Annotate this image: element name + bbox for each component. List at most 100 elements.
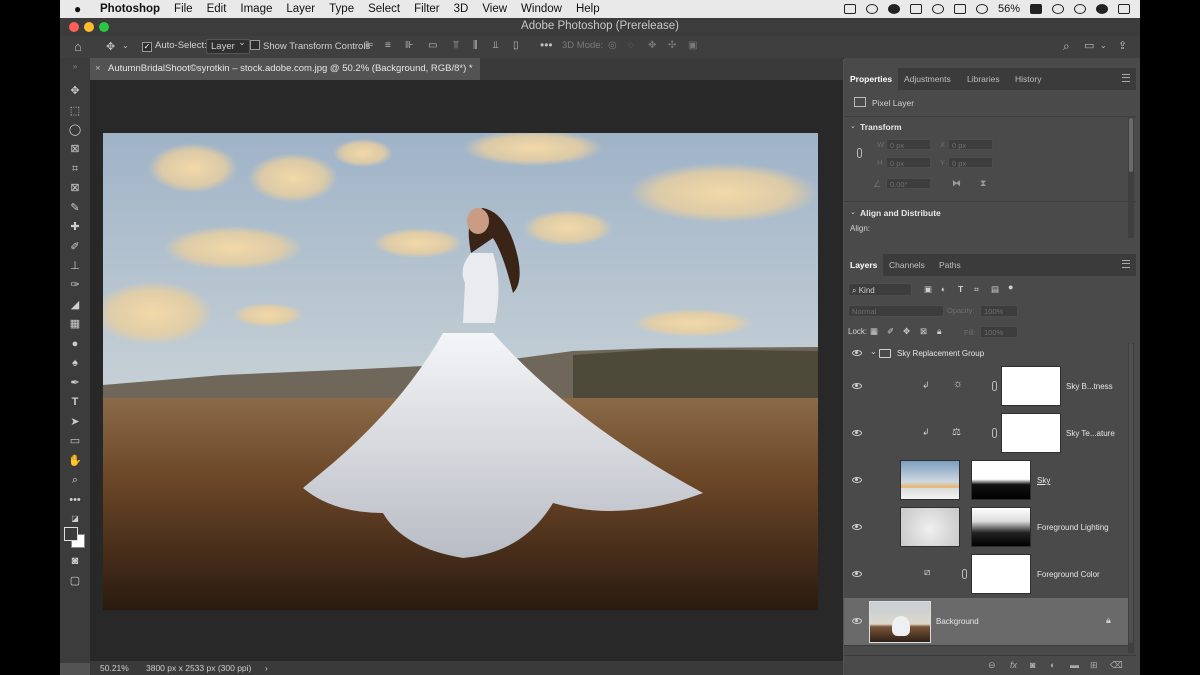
- group-expand-chevron-icon[interactable]: ⌄: [870, 347, 877, 356]
- align-left-icon[interactable]: ⊫: [365, 40, 374, 51]
- siri-icon[interactable]: [1096, 4, 1108, 14]
- align-middle-v-icon[interactable]: ⫼: [473, 40, 478, 51]
- eraser-tool-icon[interactable]: ◢: [68, 298, 82, 312]
- notification-center-icon[interactable]: [1118, 4, 1130, 14]
- gradient-tool-icon[interactable]: ▦: [68, 317, 82, 331]
- crop-tool-icon[interactable]: ⌗: [68, 162, 82, 176]
- new-group-icon[interactable]: ▬: [1070, 660, 1079, 670]
- delete-layer-icon[interactable]: ⌫: [1110, 660, 1123, 671]
- frame-tool-icon[interactable]: ⊠: [68, 181, 82, 195]
- clone-stamp-tool-icon[interactable]: ⊥: [68, 259, 82, 273]
- document-tab[interactable]: × AutumnBridalShoot©syrotkin – stock.ado…: [90, 58, 480, 80]
- menu-layer[interactable]: Layer: [286, 3, 315, 15]
- rectangle-tool-icon[interactable]: ▭: [68, 434, 82, 448]
- screen-mode-icon[interactable]: ▢: [68, 574, 82, 588]
- properties-scrollbar[interactable]: [1128, 116, 1134, 238]
- filter-pixel-icon[interactable]: ▣: [924, 284, 932, 295]
- mask-link-icon[interactable]: [962, 569, 967, 579]
- layer-name[interactable]: Sky Te...ature: [1066, 429, 1115, 438]
- layer-name[interactable]: Sky Replacement Group: [897, 349, 984, 358]
- pen-tool-icon[interactable]: ✒: [68, 376, 82, 390]
- canvas-area[interactable]: [90, 80, 843, 661]
- menu-file[interactable]: File: [174, 3, 193, 15]
- screen-record-icon[interactable]: [843, 4, 856, 14]
- layer-name[interactable]: Background: [936, 617, 979, 626]
- align-center-h-icon[interactable]: ≡: [385, 40, 391, 51]
- properties-menu-icon[interactable]: [1122, 74, 1130, 82]
- workspace-chevron-icon[interactable]: ⌄: [1100, 41, 1107, 50]
- collapse-toolbar-icon[interactable]: »: [68, 60, 82, 74]
- tab-history[interactable]: History: [1015, 68, 1041, 90]
- menu-select[interactable]: Select: [368, 3, 400, 15]
- tool-preset-chevron-icon[interactable]: ⌄: [122, 41, 129, 50]
- canvas-photo[interactable]: [103, 133, 818, 610]
- lock-image-icon[interactable]: ✐: [887, 326, 894, 337]
- align-chevron-icon[interactable]: ⌄: [850, 208, 856, 216]
- align-distribute-header[interactable]: Align and Distribute: [860, 208, 941, 218]
- zoom-tool-icon[interactable]: ⌕: [68, 473, 82, 487]
- layer-style-fx-icon[interactable]: fx: [1010, 660, 1017, 670]
- move-tool-icon[interactable]: ✥: [68, 84, 82, 98]
- add-mask-icon[interactable]: ◙: [1030, 660, 1035, 670]
- sync-icon[interactable]: [887, 4, 900, 14]
- align-bottom-icon[interactable]: ⫫: [493, 40, 499, 51]
- creative-cloud-icon[interactable]: [865, 4, 878, 14]
- layer-name[interactable]: Sky B...tness: [1066, 382, 1113, 391]
- visibility-eye-icon[interactable]: [852, 524, 862, 530]
- apple-icon[interactable]: ●: [74, 2, 88, 16]
- tab-channels[interactable]: Channels: [889, 254, 925, 276]
- wifi-icon[interactable]: [975, 4, 988, 14]
- status-arrow-icon[interactable]: ›: [265, 663, 268, 673]
- lighting-layer-thumbnail[interactable]: [900, 507, 960, 547]
- layers-menu-icon[interactable]: [1122, 260, 1130, 268]
- clock-icon[interactable]: [1052, 4, 1064, 14]
- tab-properties[interactable]: Properties: [844, 68, 899, 90]
- marquee-tool-icon[interactable]: ⬚: [68, 104, 82, 118]
- battery-icon[interactable]: [1030, 4, 1042, 14]
- auto-select-checkbox[interactable]: ✓ Auto-Select:: [142, 40, 207, 52]
- spotlight-search-icon[interactable]: [1074, 4, 1086, 14]
- lock-position-icon[interactable]: ✥: [903, 326, 910, 337]
- healing-brush-tool-icon[interactable]: ✚: [68, 220, 82, 234]
- visibility-eye-icon[interactable]: [852, 477, 862, 483]
- distribute-h-icon[interactable]: ▭: [428, 40, 437, 51]
- blur-tool-icon[interactable]: ●: [68, 337, 82, 351]
- close-tab-icon[interactable]: ×: [95, 58, 101, 80]
- auto-select-dropdown[interactable]: Layer: [206, 37, 250, 54]
- sky-mask-thumbnail[interactable]: [971, 460, 1031, 500]
- new-adjustment-icon[interactable]: ◐: [1050, 660, 1055, 670]
- angle-field[interactable]: 0.00°: [886, 178, 931, 189]
- layer-name[interactable]: Sky: [1037, 476, 1050, 485]
- lock-all-icon[interactable]: 🔒︎: [937, 326, 942, 337]
- accessibility-icon[interactable]: [931, 4, 944, 14]
- menu-image[interactable]: Image: [240, 3, 272, 15]
- layer-mask-thumbnail[interactable]: [1001, 366, 1061, 406]
- layers-scrollbar[interactable]: [1128, 343, 1134, 653]
- type-tool-icon[interactable]: T: [68, 395, 82, 409]
- menu-filter[interactable]: Filter: [414, 3, 440, 15]
- transform-chevron-icon[interactable]: ⌄: [850, 122, 856, 130]
- menu-help[interactable]: Help: [576, 3, 600, 15]
- default-colors-icon[interactable]: ◪ ⇄: [68, 512, 82, 537]
- filter-shape-icon[interactable]: ⌗: [974, 284, 979, 295]
- align-top-icon[interactable]: ⫪: [453, 40, 459, 51]
- dodge-tool-icon[interactable]: ♠: [68, 356, 82, 370]
- tab-adjustments[interactable]: Adjustments: [904, 68, 951, 90]
- background-layer-thumbnail[interactable]: [869, 601, 931, 643]
- search-icon[interactable]: ⌕: [1063, 39, 1070, 54]
- height-field[interactable]: 0 px: [886, 157, 931, 168]
- link-layers-icon[interactable]: ⊖: [988, 660, 996, 671]
- flip-horizontal-icon[interactable]: ⧓: [952, 178, 961, 189]
- opacity-field[interactable]: 100%: [980, 305, 1018, 317]
- flip-vertical-icon[interactable]: ⧗: [980, 178, 986, 189]
- home-icon[interactable]: ⌂: [74, 39, 82, 54]
- filter-toggle-icon[interactable]: ●: [1008, 282, 1013, 292]
- y-field[interactable]: 0 px: [948, 157, 993, 168]
- menu-type[interactable]: Type: [329, 3, 354, 15]
- layer-lock-icon[interactable]: 🔒︎: [1106, 615, 1111, 626]
- lock-transparent-icon[interactable]: ▦: [870, 326, 878, 337]
- airplay-icon[interactable]: [953, 4, 966, 14]
- layer-row-sky-temperature[interactable]: ↲ ⚖ Sky Te...ature: [844, 410, 1128, 458]
- history-brush-tool-icon[interactable]: ✑: [68, 278, 82, 292]
- link-dimensions-icon[interactable]: [857, 148, 862, 158]
